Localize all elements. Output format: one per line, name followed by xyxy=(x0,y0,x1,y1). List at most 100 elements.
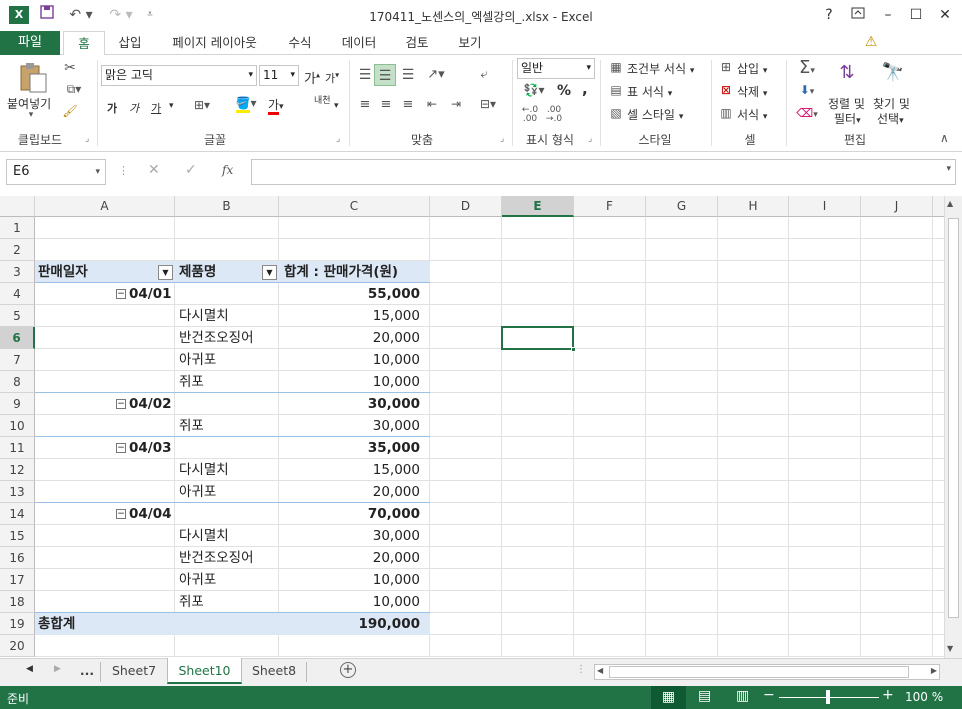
warning-icon[interactable]: ⚠ xyxy=(862,34,880,52)
decrease-indent-icon[interactable]: ⇤ xyxy=(422,97,442,111)
dialog-launcher-icon[interactable]: ⌟ xyxy=(500,134,504,144)
minimize-icon[interactable]: – xyxy=(877,6,899,24)
column-header[interactable]: I xyxy=(789,196,861,217)
scroll-sheets-right-icon[interactable]: ▶ xyxy=(54,664,61,674)
pivot-group-date[interactable]: 04/01 xyxy=(129,283,172,305)
comma-style-button[interactable]: , xyxy=(582,80,588,98)
insert-cells-icon[interactable]: ⊞ xyxy=(718,60,734,74)
row-header[interactable]: 13 xyxy=(0,481,35,503)
row-header[interactable]: 10 xyxy=(0,415,35,437)
align-left-icon[interactable]: ≡ xyxy=(356,97,374,112)
column-header[interactable]: J xyxy=(861,196,933,217)
scroll-right-icon[interactable]: ▶ xyxy=(931,666,937,675)
collapse-icon[interactable]: − xyxy=(116,443,126,453)
fill-handle[interactable] xyxy=(571,347,576,352)
collapse-icon[interactable]: − xyxy=(116,509,126,519)
grow-font-button[interactable]: 가▴ xyxy=(304,68,320,87)
insert-cells-button[interactable]: 삽입 ▾ xyxy=(737,60,767,77)
cell-styles-icon[interactable]: ▧ xyxy=(608,106,624,120)
sort-filter-button-line2[interactable]: 필터▾ xyxy=(834,110,861,127)
scroll-sheets-left-icon[interactable]: ◀ xyxy=(26,664,33,674)
row-header[interactable]: 6 xyxy=(0,327,35,349)
splitter-icon[interactable]: ⋮ xyxy=(576,664,586,675)
column-header[interactable]: C xyxy=(279,196,430,217)
cell-styles-button[interactable]: 셀 스타일 ▾ xyxy=(627,106,683,123)
pivot-item-name[interactable]: 다시멸치 xyxy=(179,305,229,327)
orientation-icon[interactable]: ↗▾ xyxy=(422,64,450,86)
row-header[interactable]: 4 xyxy=(0,283,35,305)
collapse-ribbon-icon[interactable]: ∧ xyxy=(940,131,949,145)
pivot-item-name[interactable]: 반건조오징어 xyxy=(179,327,254,349)
worksheet-grid[interactable]: A B C D E F G H I J 1 2 3 4 5 6 7 8 9 10 11 12 13 14 15 16 17 18 19 2… xyxy=(0,196,944,658)
selected-cell[interactable] xyxy=(501,326,574,350)
paste-dropdown-icon[interactable]: ▾ xyxy=(6,110,56,120)
cut-icon[interactable]: ✂ xyxy=(62,60,78,76)
phonetic-dropdown-icon[interactable]: ▾ xyxy=(334,101,339,111)
row-header[interactable]: 11 xyxy=(0,437,35,459)
column-header[interactable]: F xyxy=(574,196,646,217)
pivot-group-date[interactable]: 04/04 xyxy=(129,503,172,525)
maximize-icon[interactable]: ☐ xyxy=(905,6,927,24)
sheet-tab-sheet7[interactable]: Sheet7 xyxy=(101,658,167,684)
sort-filter-icon[interactable]: ⇅ xyxy=(832,62,862,83)
tab-page-layout[interactable]: 페이지 레이아웃 xyxy=(162,31,267,55)
pivot-item-name[interactable]: 아귀포 xyxy=(179,569,216,591)
align-top-icon[interactable]: ☰ xyxy=(356,64,374,86)
clear-icon[interactable]: ⌫▾ xyxy=(792,106,822,120)
row-header[interactable]: 12 xyxy=(0,459,35,481)
find-select-icon[interactable]: 🔭 xyxy=(878,62,908,83)
tab-view[interactable]: 보기 xyxy=(450,31,490,55)
tab-file[interactable]: 파일 xyxy=(0,31,60,55)
accounting-format-icon[interactable]: 💱▾ xyxy=(519,83,549,97)
collapse-icon[interactable]: − xyxy=(116,289,126,299)
formula-input[interactable]: ▾ xyxy=(251,159,956,185)
ribbon-display-options-icon[interactable] xyxy=(847,6,869,24)
align-center-icon[interactable]: ≡ xyxy=(377,97,395,112)
phonetic-button[interactable]: 내천 xyxy=(314,96,336,106)
zoom-level[interactable]: 100 % xyxy=(905,690,943,704)
conditional-formatting-icon[interactable]: ▦ xyxy=(608,60,624,74)
pivot-item-name[interactable]: 쥐포 xyxy=(179,371,204,393)
fill-icon[interactable]: ⬇▾ xyxy=(792,83,822,97)
delete-cells-button[interactable]: 삭제 ▾ xyxy=(737,83,767,100)
tab-review[interactable]: 검토 xyxy=(397,31,437,55)
row-header[interactable]: 15 xyxy=(0,525,35,547)
name-box[interactable]: E6 ▾ xyxy=(6,159,106,185)
column-header[interactable]: H xyxy=(718,196,789,217)
column-header[interactable]: E xyxy=(502,196,574,217)
increase-decimal-icon[interactable]: ←.0.00 xyxy=(521,106,539,124)
format-cells-button[interactable]: 서식 ▾ xyxy=(737,106,767,123)
row-header[interactable]: 1 xyxy=(0,217,35,239)
borders-icon[interactable]: ⊞▾ xyxy=(190,98,214,112)
row-header[interactable]: 17 xyxy=(0,569,35,591)
row-header[interactable]: 19 xyxy=(0,613,35,635)
number-format-select[interactable]: 일반 ▾ xyxy=(517,58,595,79)
scroll-up-icon[interactable]: ▲ xyxy=(947,199,953,208)
format-cells-icon[interactable]: ▥ xyxy=(718,106,734,120)
cancel-icon[interactable]: ✕ xyxy=(148,162,160,178)
row-header[interactable]: 7 xyxy=(0,349,35,371)
zoom-in-icon[interactable]: + xyxy=(882,687,894,703)
font-color-button[interactable]: 가▾ xyxy=(268,96,284,115)
pivot-item-name[interactable]: 아귀포 xyxy=(179,481,216,503)
conditional-formatting-button[interactable]: 조건부 서식 ▾ xyxy=(627,60,694,77)
tab-data[interactable]: 데이터 xyxy=(332,31,386,55)
new-sheet-icon[interactable]: + xyxy=(340,662,356,678)
row-header[interactable]: 18 xyxy=(0,591,35,613)
vertical-scrollbar[interactable]: ▲ ▼ xyxy=(944,196,962,658)
column-header[interactable]: B xyxy=(175,196,279,217)
delete-cells-icon[interactable]: ⊠ xyxy=(718,83,734,97)
paste-icon[interactable] xyxy=(18,62,48,94)
column-header[interactable]: A xyxy=(35,196,175,217)
dialog-launcher-icon[interactable]: ⌟ xyxy=(588,134,592,144)
page-layout-view-icon[interactable]: ▤ xyxy=(698,688,711,704)
underline-button[interactable]: 가 xyxy=(151,100,161,116)
align-right-icon[interactable]: ≡ xyxy=(399,97,417,112)
insert-function-button[interactable]: fx xyxy=(222,163,233,177)
align-middle-icon[interactable]: ☰ xyxy=(374,64,396,86)
fill-color-icon[interactable]: 🪣▾ xyxy=(232,96,260,113)
decrease-decimal-icon[interactable]: .00 →.0 xyxy=(545,106,563,124)
italic-button[interactable]: 가 xyxy=(129,100,139,116)
tab-home[interactable]: 홈 xyxy=(63,31,105,56)
row-header[interactable]: 20 xyxy=(0,635,35,657)
